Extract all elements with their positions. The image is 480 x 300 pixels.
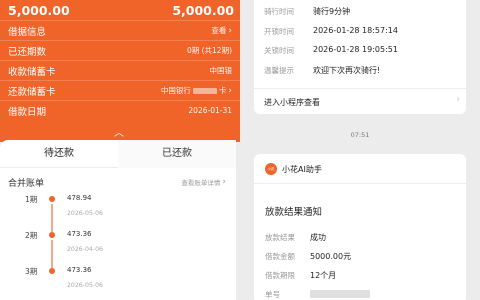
ride-key: 开锁时间	[264, 27, 294, 36]
repayment-card-suffix: 卡	[218, 86, 227, 95]
tab-pending[interactable]: 待还款	[0, 140, 118, 168]
loan-summary-header: 5,000.00 5,000.00 借据信息 查看 › 已还期数 0期 (共12…	[0, 0, 240, 142]
bill-details-text: 查看账单详情	[181, 179, 221, 187]
receiving-card-row: 收款储蓄卡 中国银	[0, 60, 240, 80]
timeline-dot	[49, 232, 55, 238]
ride-key: 温馨提示	[264, 66, 294, 75]
paid-periods-row: 已还期数 0期 (共12期)	[0, 40, 240, 60]
installment-period: 2期	[25, 231, 38, 240]
repayment-card-bank: 中国银行	[160, 86, 191, 95]
repayment-card-value-wrap: 中国银行 卡 ›	[161, 85, 232, 96]
iou-info-row[interactable]: 借据信息 查看 ›	[0, 20, 240, 40]
loan-date-row: 借款日期 2026-01-31	[0, 100, 240, 120]
loan-date-label: 借款日期	[8, 106, 47, 118]
repayment-card-row[interactable]: 还款储蓄卡 中国银行 卡 ›	[0, 80, 240, 100]
installment-date: 2026-05-06	[67, 210, 103, 217]
chevron-up-icon[interactable]: ︿	[111, 124, 127, 139]
miniprogram-label: 进入小程序查看	[264, 98, 320, 107]
loan-detail-panel: 5,000.00 5,000.00 借据信息 查看 › 已还期数 0期 (共12…	[0, 0, 240, 300]
open-miniprogram-link[interactable]: 进入小程序查看 ›	[254, 88, 466, 114]
notice-key: 借款金额	[265, 252, 295, 261]
loan-amount: 5,000.00	[8, 2, 70, 18]
installment-period: 3期	[25, 267, 38, 276]
iou-info-label: 借据信息	[8, 26, 47, 38]
paid-periods-label: 已还期数	[8, 46, 47, 58]
loan-date-value: 2026-01-31	[188, 106, 232, 115]
repayment-tabs: 待还款 已还款	[0, 140, 236, 168]
installment-item[interactable]: 2期 473.36 2026-04-06	[0, 230, 236, 268]
masked-card-number	[192, 87, 217, 94]
iou-view-link[interactable]: 查看	[211, 25, 226, 36]
receiving-card-value: 中国银	[209, 66, 233, 75]
chevron-right-icon: ›	[228, 25, 232, 36]
notice-title: 放款结果通知	[265, 207, 323, 218]
installment-date: 2026-04-06	[67, 246, 103, 253]
amount-row: 5,000.00 5,000.00	[0, 0, 240, 20]
chevron-right-icon: ›	[456, 94, 460, 105]
timeline-dot	[49, 268, 55, 274]
notice-key: 借款期限	[265, 271, 295, 280]
timeline-line	[51, 240, 53, 268]
notice-header: 小花 小花AI助手	[254, 154, 466, 184]
receiving-card-label: 收款储蓄卡	[8, 66, 56, 78]
chevron-right-icon: ›	[228, 85, 232, 96]
installment-period: 1期	[25, 195, 38, 204]
remaining-amount: 5,000.00	[172, 2, 234, 18]
chat-timestamp: 07:51	[350, 131, 370, 139]
chevron-right-icon: ›	[222, 177, 226, 187]
ride-value: 2026-01-28 19:05:51	[313, 45, 398, 54]
installment-amount: 478.94	[67, 194, 92, 202]
ride-value: 2026-01-28 18:57:14	[313, 26, 398, 35]
screen: 5,000.00 5,000.00 借据信息 查看 › 已还期数 0期 (共12…	[0, 0, 480, 300]
notice-key: 放款结果	[265, 233, 295, 242]
timeline-dot	[49, 196, 55, 202]
installment-item[interactable]: 1期 478.94 2026-05-06	[0, 194, 236, 232]
repayment-card-label: 还款储蓄卡	[8, 86, 56, 98]
installment-amount: 473.36	[67, 266, 92, 274]
chat-panel: 骑行时间 骑行9分钟 开锁时间 2026-01-28 18:57:14 关锁时间…	[240, 0, 480, 300]
repayment-card: 待还款 已还款 合并账单 查看账单详情 › 1期 478.94 2026-05-…	[0, 140, 236, 300]
installment-item[interactable]: 3期 473.36 2026-05-06	[0, 266, 236, 300]
xiaohua-logo-icon: 小花	[265, 163, 277, 175]
notice-value: 成功	[310, 233, 326, 242]
ride-key: 骑行时间	[264, 7, 294, 16]
installment-date: 2026-05-06	[67, 282, 103, 289]
masked-order-number	[310, 290, 370, 298]
installment-amount: 473.36	[67, 230, 92, 238]
merged-bill-label: 合并账单	[8, 178, 45, 189]
installment-timeline: 1期 478.94 2026-05-06 2期 473.36 2026-04-0…	[0, 194, 236, 300]
notice-key: 单号	[265, 290, 280, 299]
bill-details-link[interactable]: 查看账单详情 ›	[181, 177, 226, 187]
tab-repaid[interactable]: 已还款	[118, 140, 236, 168]
ride-key: 关锁时间	[264, 46, 294, 55]
notice-value: 5000.00元	[310, 252, 352, 261]
iou-info-value-wrap: 查看 ›	[211, 25, 232, 36]
paid-periods-value: 0期 (共12期)	[186, 46, 232, 55]
ride-value: 欢迎下次再次骑行!	[313, 66, 381, 75]
ride-message-card: 骑行时间 骑行9分钟 开锁时间 2026-01-28 18:57:14 关锁时间…	[254, 0, 466, 114]
notice-source: 小花AI助手	[282, 165, 322, 174]
merged-bill-row: 合并账单 查看账单详情 ›	[0, 170, 236, 194]
loan-notice-card[interactable]: 小花 小花AI助手 放款结果通知 放款结果 成功 借款金额 5000.00元 借…	[254, 154, 466, 300]
timeline-line	[51, 204, 53, 232]
notice-value: 12个月	[310, 271, 337, 280]
ride-value: 骑行9分钟	[313, 7, 351, 16]
